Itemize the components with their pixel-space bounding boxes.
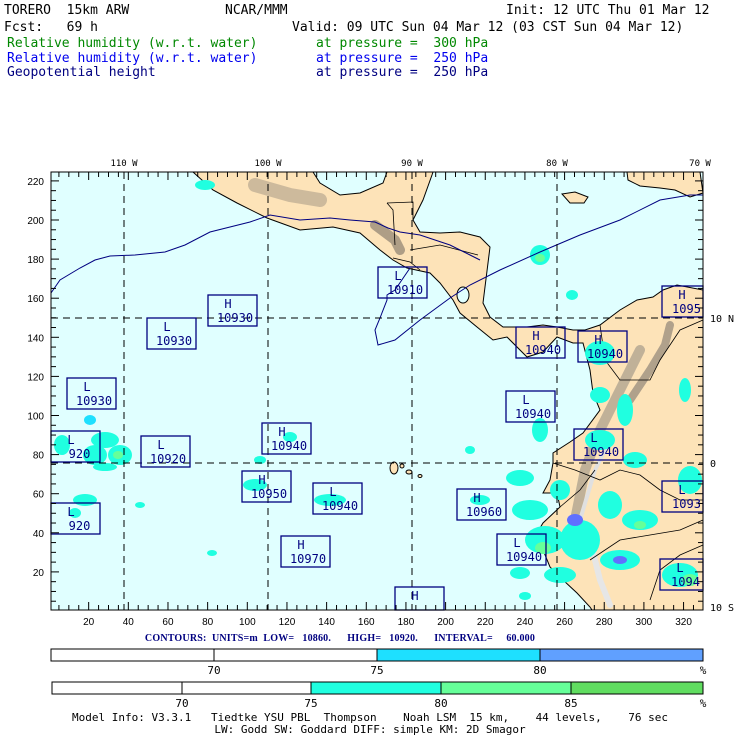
colorbar-label: 70 xyxy=(207,664,220,677)
colorbar-segment xyxy=(539,648,704,662)
model-info-line-2: LW: Godd SW: Goddard DIFF: simple KM: 2D… xyxy=(214,723,526,736)
colorbar-label: % xyxy=(700,664,707,677)
colorbar-segment xyxy=(440,681,572,695)
colorbar-label: 70 xyxy=(175,697,188,710)
colorbar-segment xyxy=(570,681,704,695)
colorbar-rh-250: 70 75 80% xyxy=(50,648,707,677)
colorbar-rh-300: 70 75 80 85% xyxy=(51,681,707,710)
colorbar-label: % xyxy=(700,697,707,710)
colorbar-label: 75 xyxy=(304,697,317,710)
colorbar-segment xyxy=(51,681,183,695)
colorbar-segment xyxy=(213,648,378,662)
colorbars: 70 75 80 % 70 75 80 85% xyxy=(50,648,707,710)
colorbar-label: 80 xyxy=(533,664,546,677)
colorbar-segment xyxy=(50,648,215,662)
colorbar-segment xyxy=(310,681,442,695)
colorbar-label: 85 xyxy=(564,697,577,710)
colorbar-segment xyxy=(376,648,541,662)
colorbar-label: 80 xyxy=(434,697,447,710)
colorbar-label: 75 xyxy=(370,664,383,677)
colorbar-segment xyxy=(181,681,312,695)
